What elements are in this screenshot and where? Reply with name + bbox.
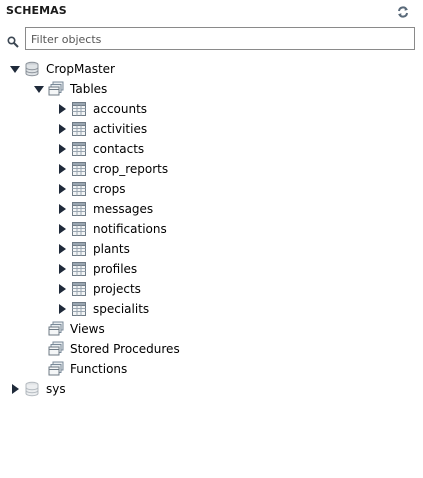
views-label: Views (70, 322, 105, 336)
schema-name: sys (46, 382, 66, 396)
table-item-activities[interactable]: activities (0, 119, 423, 139)
table-icon (71, 201, 87, 217)
functions-label: Functions (70, 362, 128, 376)
table-icon (71, 221, 87, 237)
table-name: specialits (93, 302, 150, 316)
expand-right-icon[interactable] (57, 184, 67, 194)
table-icon (71, 241, 87, 257)
tables-folder[interactable]: Tables (0, 79, 423, 99)
table-icon (71, 161, 87, 177)
views-folder[interactable]: Views (0, 319, 423, 339)
expand-right-icon[interactable] (57, 224, 67, 234)
schemas-header: SCHEMAS (0, 0, 423, 22)
expand-right-icon[interactable] (57, 104, 67, 114)
table-item-crops[interactable]: crops (0, 179, 423, 199)
table-item-profiles[interactable]: profiles (0, 259, 423, 279)
schema-node-sys[interactable]: sys (0, 379, 423, 399)
expand-right-icon[interactable] (57, 164, 67, 174)
table-name: profiles (93, 262, 138, 276)
table-item-messages[interactable]: messages (0, 199, 423, 219)
table-name: crops (93, 182, 126, 196)
table-item-specialits[interactable]: specialits (0, 299, 423, 319)
expand-down-icon[interactable] (34, 84, 44, 94)
table-item-notifications[interactable]: notifications (0, 219, 423, 239)
database-icon (24, 381, 40, 397)
table-name: projects (93, 282, 141, 296)
stored-procedures-label: Stored Procedures (70, 342, 180, 356)
expand-right-icon[interactable] (10, 384, 20, 394)
schemas-panel: SCHEMAS Filter objects CropMaster Tables… (0, 0, 423, 478)
expand-right-icon[interactable] (57, 304, 67, 314)
expand-right-icon[interactable] (57, 284, 67, 294)
table-item-accounts[interactable]: accounts (0, 99, 423, 119)
table-name: activities (93, 122, 148, 136)
stored-procedures-folder[interactable]: Stored Procedures (0, 339, 423, 359)
schemas-title: SCHEMAS (6, 4, 67, 17)
table-icon (71, 121, 87, 137)
search-icon (7, 33, 19, 48)
table-name: messages (93, 202, 154, 216)
expand-right-icon[interactable] (57, 204, 67, 214)
table-name: plants (93, 242, 130, 256)
functions-folder-icon (48, 361, 64, 377)
stored-procedures-folder-icon (48, 341, 64, 357)
table-item-crop-reports[interactable]: crop_reports (0, 159, 423, 179)
expand-right-icon[interactable] (57, 264, 67, 274)
table-name: contacts (93, 142, 145, 156)
functions-folder[interactable]: Functions (0, 359, 423, 379)
expand-right-icon[interactable] (57, 144, 67, 154)
table-icon (71, 301, 87, 317)
table-icon (71, 181, 87, 197)
table-item-plants[interactable]: plants (0, 239, 423, 259)
table-name: crop_reports (93, 162, 169, 176)
table-item-projects[interactable]: projects (0, 279, 423, 299)
table-name: accounts (93, 102, 148, 116)
search-input[interactable] (25, 27, 415, 50)
schema-name: CropMaster (46, 62, 115, 76)
schema-tree: CropMaster Tables accounts activities co… (0, 59, 423, 399)
table-icon (71, 261, 87, 277)
table-item-contacts[interactable]: contacts (0, 139, 423, 159)
table-name: notifications (93, 222, 167, 236)
refresh-icon[interactable] (396, 4, 410, 18)
views-folder-icon (48, 321, 64, 337)
expand-right-icon[interactable] (57, 244, 67, 254)
tables-label: Tables (70, 82, 108, 96)
database-icon (24, 61, 40, 77)
schema-node-cropmaster[interactable]: CropMaster (0, 59, 423, 79)
search-bar (3, 27, 417, 52)
tables-folder-icon (48, 81, 64, 97)
table-icon (71, 101, 87, 117)
table-icon (71, 281, 87, 297)
table-icon (71, 141, 87, 157)
expand-down-icon[interactable] (10, 64, 20, 74)
expand-right-icon[interactable] (57, 124, 67, 134)
